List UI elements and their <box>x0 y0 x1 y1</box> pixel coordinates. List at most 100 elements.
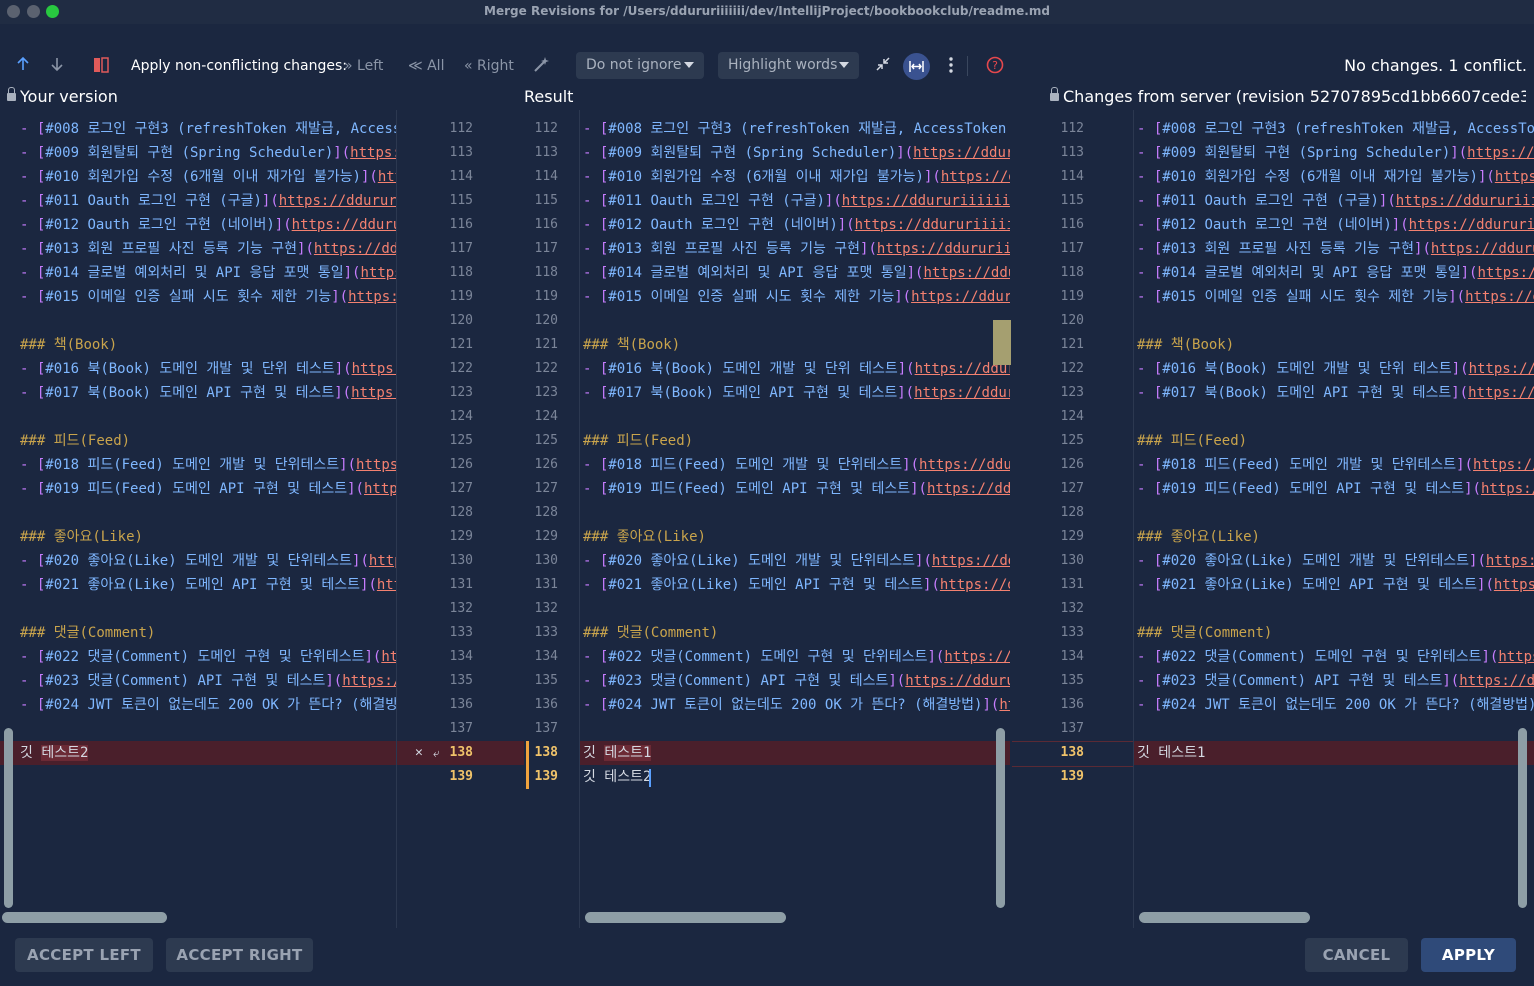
line-number: 114 <box>1060 169 1084 184</box>
line-number: 117 <box>1060 241 1084 256</box>
code-line: - [#019 피드(Feed) 도메인 API 구현 및 테스트](https… <box>583 481 1010 497</box>
changed-lines-marker <box>526 741 529 789</box>
code-line: ### 댓글(Comment) <box>1137 625 1273 641</box>
code-line: - [#020 좋아요(Like) 도메인 개발 및 단위테스트](https:… <box>1137 553 1534 569</box>
reject-change-icon[interactable]: ✕ <box>415 741 423 765</box>
code-line: - [#013 회원 프로필 사진 등록 기능 구현](https://ddur… <box>1137 241 1534 257</box>
sync-scroll-toggle[interactable] <box>903 53 930 80</box>
line-number: 117 <box>534 241 558 256</box>
right-vertical-scrollbar[interactable] <box>1518 728 1527 908</box>
line-number: 132 <box>1060 601 1084 616</box>
lock-icon <box>1050 87 1059 101</box>
code-line: - [#017 북(Book) 도메인 API 구현 및 테스트](https:… <box>1137 385 1534 401</box>
code-line: - [#021 좋아요(Like) 도메인 API 구현 및 테스트](http… <box>583 577 1010 593</box>
code-line: - [#017 북(Book) 도메인 API 구현 및 테스트](https: <box>20 385 396 401</box>
accept-change-icon[interactable]: ⤶ <box>433 741 440 765</box>
line-number: 126 <box>449 457 473 472</box>
code-line: - [#008 로그인 구현3 (refreshToken 재발급, Acces… <box>583 121 1010 137</box>
apply-button[interactable]: APPLY <box>1421 938 1516 972</box>
line-number: 127 <box>449 481 473 496</box>
code-line: 깃 테스트1 <box>580 741 1010 765</box>
line-number: 130 <box>534 553 558 568</box>
code-line: - [#024 JWT 토큰이 없는데도 200 OK 가 뜬다? (해결방법 <box>20 697 396 713</box>
line-number: 132 <box>449 601 473 616</box>
line-number: 121 <box>449 337 473 352</box>
magic-resolve-icon[interactable] <box>531 56 551 76</box>
line-number: 113 <box>449 145 473 160</box>
code-line: ### 책(Book) <box>1137 337 1235 353</box>
apply-left-button[interactable]: » Left <box>344 50 383 82</box>
sync-scroll-icon <box>909 61 924 72</box>
line-number: 139 <box>449 769 473 784</box>
result-minimap-marker <box>993 320 1011 365</box>
highlight-mode-dropdown[interactable]: Highlight words <box>718 52 859 79</box>
result-horizontal-scrollbar[interactable] <box>585 912 786 923</box>
code-line: ### 좋아요(Like) <box>20 529 143 545</box>
double-chevron-left-icon: « <box>464 58 473 74</box>
collapse-unchanged-icon[interactable] <box>873 56 893 76</box>
code-line: - [#014 글로벌 예외처리 및 API 응답 포맷 통일](https:/… <box>1137 265 1534 281</box>
compare-conflict-icon[interactable] <box>91 56 111 76</box>
line-number: 114 <box>449 169 473 184</box>
previous-difference-icon[interactable] <box>13 56 33 76</box>
code-line: - [#023 댓글(Comment) API 구현 및 테스트](https:… <box>20 673 396 689</box>
result-pane-header: Result <box>524 86 624 108</box>
line-number: 125 <box>534 433 558 448</box>
line-number: 123 <box>449 385 473 400</box>
code-line: ### 댓글(Comment) <box>583 625 719 641</box>
line-number: 112 <box>449 121 473 136</box>
code-line: - [#024 JWT 토큰이 없는데도 200 OK 가 뜬다? (해결방법)… <box>583 697 1010 713</box>
result-editor-pane[interactable]: - [#008 로그인 구현3 (refreshToken 재발급, Acces… <box>580 110 1010 928</box>
apply-all-button[interactable]: ≪ All <box>408 50 444 82</box>
accept-right-button[interactable]: ACCEPT RIGHT <box>166 938 313 972</box>
ignore-whitespace-dropdown[interactable]: Do not ignore <box>576 52 704 79</box>
code-line: 깃 테스트2 <box>0 741 396 765</box>
line-number: 130 <box>449 553 473 568</box>
code-line: - [#012 Oauth 로그인 구현 (네이버)](https://ddur… <box>583 217 1010 233</box>
text-caret <box>649 769 651 787</box>
cancel-button[interactable]: CANCEL <box>1305 938 1408 972</box>
code-line: - [#013 회원 프로필 사진 등록 기능 구현](https://ddur… <box>583 241 1010 257</box>
more-options-icon[interactable] <box>941 56 961 76</box>
line-number: 116 <box>449 217 473 232</box>
line-number: 134 <box>449 649 473 664</box>
accept-left-button[interactable]: ACCEPT LEFT <box>15 938 153 972</box>
line-number: 124 <box>1060 409 1084 424</box>
right-editor-pane[interactable]: - [#008 로그인 구현3 (refreshToken 재발급, Acces… <box>1134 110 1534 928</box>
apply-non-conflicting-label: Apply non-conflicting changes: <box>131 58 348 74</box>
line-number: 129 <box>449 529 473 544</box>
left-editor-pane[interactable]: - [#008 로그인 구현3 (refreshToken 재발급, Acces… <box>0 110 396 928</box>
left-vertical-scrollbar[interactable] <box>4 728 13 908</box>
next-difference-icon[interactable] <box>47 56 67 76</box>
right-pane-header: Changes from server (revision 52707895cd… <box>1050 86 1526 108</box>
line-number: 136 <box>534 697 558 712</box>
code-line: - [#009 회원탈퇴 구현 (Spring Scheduler)](http… <box>1137 145 1534 161</box>
right-horizontal-scrollbar[interactable] <box>1139 912 1310 923</box>
chevron-down-icon <box>839 62 849 68</box>
line-number: 118 <box>449 265 473 280</box>
line-number: 121 <box>534 337 558 352</box>
code-line: - [#012 Oauth 로그인 구현 (네이버)](https://ddur… <box>1137 217 1534 233</box>
line-number: 120 <box>1060 313 1084 328</box>
result-vertical-scrollbar[interactable] <box>996 728 1005 908</box>
line-number: 115 <box>534 193 558 208</box>
line-number: 120 <box>449 313 473 328</box>
right-pane-title: Changes from server (revision 52707895cd… <box>1063 87 1526 106</box>
help-icon[interactable]: ? <box>985 56 1005 76</box>
left-horizontal-scrollbar[interactable] <box>2 912 167 923</box>
line-number: 126 <box>534 457 558 472</box>
line-number: 125 <box>1060 433 1084 448</box>
code-line: ### 좋아요(Like) <box>583 529 706 545</box>
double-chevron-right-icon: » <box>344 58 353 74</box>
code-line: - [#011 Oauth 로그인 구현 (구글)](https://dduru… <box>1137 193 1534 209</box>
apply-right-button[interactable]: « Right <box>464 50 514 82</box>
